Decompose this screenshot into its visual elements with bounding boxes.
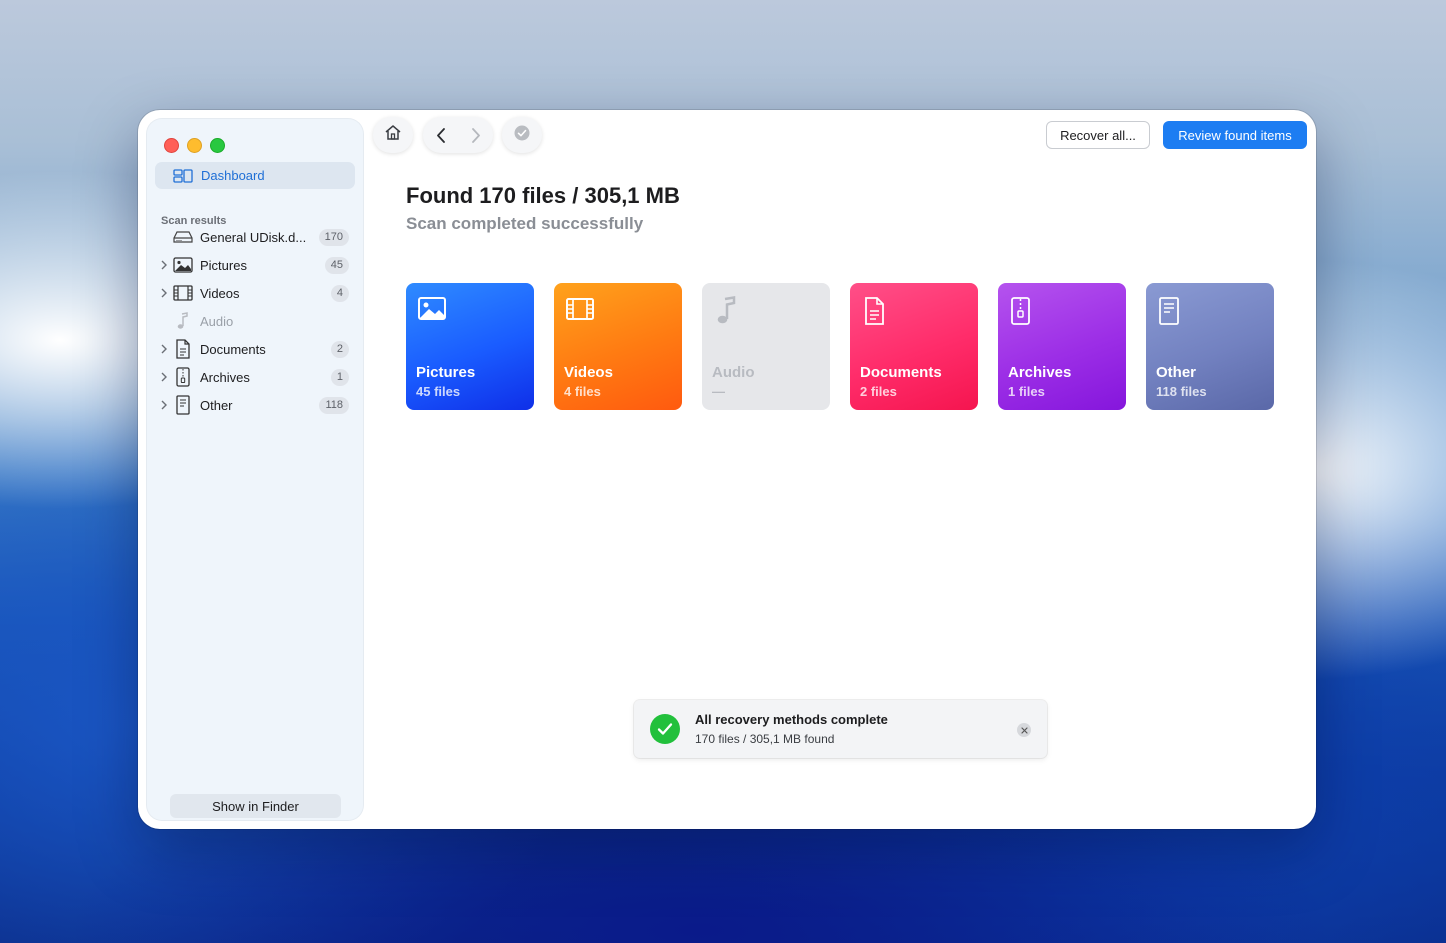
document-icon	[861, 296, 891, 326]
film-icon	[565, 296, 595, 326]
scan-status-text: Scan completed successfully	[406, 214, 644, 233]
forward-button[interactable]	[458, 117, 493, 153]
dashboard-icon	[173, 168, 193, 183]
archive-icon	[1009, 296, 1039, 326]
chevron-left-icon	[436, 127, 445, 143]
tile-label: Documents	[860, 364, 942, 381]
sidebar-item-label: Archives	[200, 369, 250, 385]
tile-label: Videos	[564, 364, 613, 381]
chevron-right-icon	[471, 127, 480, 143]
film-icon	[173, 283, 193, 303]
tile-count: 2 files	[860, 384, 897, 399]
back-button[interactable]	[423, 117, 458, 153]
music-note-icon	[713, 296, 743, 326]
sidebar-item-label: Videos	[200, 285, 240, 301]
tile-count: —	[712, 384, 725, 399]
show-in-finder-button[interactable]: Show in Finder	[170, 794, 341, 818]
document-icon	[173, 339, 193, 359]
count-badge: 2	[330, 340, 349, 358]
tile-documents[interactable]: Documents 2 files	[850, 283, 978, 410]
count-badge: 4	[330, 284, 349, 302]
sidebar-item-archives[interactable]: Archives 1	[146, 363, 364, 391]
sidebar-item-dashboard[interactable]: Dashboard	[155, 162, 355, 189]
recover-all-button[interactable]: Recover all...	[1046, 121, 1150, 149]
other-file-icon	[173, 395, 193, 415]
chevron-right-icon[interactable]	[159, 391, 169, 419]
zoom-window-button[interactable]	[210, 138, 225, 153]
chevron-right-icon[interactable]	[159, 363, 169, 391]
chevron-right-icon[interactable]	[159, 335, 169, 363]
completion-toast: All recovery methods complete 170 files …	[634, 700, 1047, 758]
tile-label: Other	[1156, 364, 1197, 381]
count-badge: 45	[324, 256, 349, 274]
sidebar-item-label: Pictures	[200, 257, 247, 273]
sidebar-item-label: Documents	[200, 341, 266, 357]
chevron-right-icon[interactable]	[159, 251, 169, 279]
sidebar: Dashboard Scan results General UDisk.d..…	[146, 118, 364, 821]
tile-pictures[interactable]: Pictures 45 files	[406, 283, 534, 410]
tile-count: 4 files	[564, 384, 601, 399]
app-window: Dashboard Scan results General UDisk.d..…	[138, 110, 1316, 829]
sidebar-item-documents[interactable]: Documents 2	[146, 335, 364, 363]
tile-count: 118 files	[1156, 384, 1207, 399]
tile-other[interactable]: Other 118 files	[1146, 283, 1274, 410]
home-button[interactable]	[373, 117, 413, 153]
sidebar-item-pictures[interactable]: Pictures 45	[146, 251, 364, 279]
toast-title: All recovery methods complete	[695, 712, 888, 727]
other-file-icon	[1157, 296, 1187, 326]
review-found-items-button[interactable]: Review found items	[1163, 121, 1307, 149]
count-badge: 170	[318, 228, 349, 246]
home-icon	[384, 124, 402, 146]
toast-subtitle: 170 files / 305,1 MB found	[695, 732, 835, 746]
tile-count: 1 files	[1008, 384, 1045, 399]
picture-icon	[417, 296, 447, 326]
sidebar-item-videos[interactable]: Videos 4	[146, 279, 364, 307]
sidebar-item-label: Other	[200, 397, 233, 413]
tile-label: Archives	[1008, 364, 1072, 381]
tile-label: Pictures	[416, 364, 476, 381]
count-badge: 118	[319, 396, 349, 414]
sidebar-item-label: Audio	[200, 313, 234, 329]
status-check-button[interactable]	[502, 117, 542, 153]
close-window-button[interactable]	[164, 138, 179, 153]
archive-icon	[173, 367, 193, 387]
page-title: Found 170 files / 305,1 MB	[406, 183, 680, 208]
navigation-buttons	[423, 117, 493, 153]
drive-icon	[173, 227, 193, 247]
tile-videos[interactable]: Videos 4 files	[554, 283, 682, 410]
tile-archives[interactable]: Archives 1 files	[998, 283, 1126, 410]
tile-label: Audio	[712, 364, 755, 381]
minimize-window-button[interactable]	[187, 138, 202, 153]
tile-count: 45 files	[416, 384, 461, 399]
sidebar-item-audio[interactable]: Audio	[146, 307, 364, 335]
sidebar-item-other[interactable]: Other 118	[146, 391, 364, 419]
sidebar-item-drive[interactable]: General UDisk.d... 170	[146, 223, 364, 251]
checkmark-circle-icon	[514, 125, 530, 146]
success-check-icon	[650, 714, 680, 744]
tile-audio[interactable]: Audio —	[702, 283, 830, 410]
chevron-right-icon[interactable]	[159, 279, 169, 307]
music-note-icon	[173, 311, 193, 331]
picture-icon	[173, 255, 193, 275]
sidebar-item-label: General UDisk.d...	[200, 229, 307, 245]
dashboard-label: Dashboard	[201, 168, 265, 183]
close-icon[interactable]	[1017, 723, 1031, 737]
count-badge: 1	[330, 368, 349, 386]
